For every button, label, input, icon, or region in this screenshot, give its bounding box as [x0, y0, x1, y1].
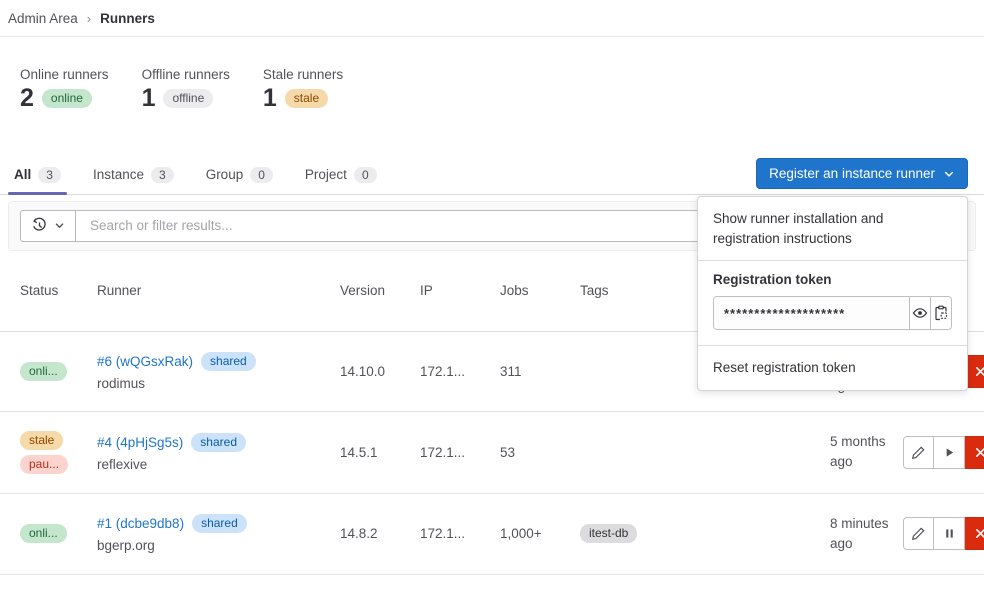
registration-token-field[interactable] — [714, 297, 909, 329]
status-badge: onli... — [20, 362, 67, 381]
register-runner-dropdown: Show runner installation and registratio… — [697, 196, 968, 391]
last-contact: 5 months ago — [830, 432, 903, 471]
col-header-jobs: Jobs — [500, 283, 580, 298]
reveal-token-button[interactable] — [909, 297, 930, 329]
pencil-icon — [911, 445, 926, 460]
last-contact: 8 minutes ago — [830, 514, 903, 553]
runner-link[interactable]: #1 (dcbe9db8) — [97, 516, 184, 531]
shared-badge: shared — [191, 433, 246, 452]
tab-count-badge: 3 — [38, 167, 61, 183]
stat-label: Stale runners — [263, 67, 343, 82]
edit-runner-button[interactable] — [903, 517, 934, 550]
tab-label: Group — [206, 167, 244, 182]
breadcrumb-admin-area[interactable]: Admin Area — [8, 11, 78, 26]
tab-count-badge: 3 — [151, 167, 174, 183]
status-badge: stale — [285, 89, 328, 108]
play-icon — [943, 446, 956, 459]
runner-jobs: 53 — [500, 445, 580, 460]
runner-name: reflexive — [97, 457, 340, 472]
stat-label: Offline runners — [142, 67, 230, 82]
runner-actions — [903, 436, 984, 469]
col-header-ip: IP — [420, 283, 500, 298]
stat-count: 1 — [263, 85, 277, 113]
table-row: stale pau... #4 (4pHjSg5s) shared reflex… — [0, 412, 984, 494]
registration-token-label: Registration token — [713, 272, 952, 287]
runner-version: 14.8.2 — [340, 526, 420, 541]
tab-label: Project — [305, 167, 347, 182]
breadcrumb-separator-icon: › — [87, 11, 91, 26]
shared-badge: shared — [192, 514, 247, 533]
runner-name: bgerp.org — [97, 538, 340, 553]
col-header-runner: Runner — [97, 283, 340, 298]
table-row: onli... #1 (dcbe9db8) shared bgerp.org 1… — [0, 494, 984, 575]
tab-instance[interactable]: Instance 3 — [87, 155, 180, 194]
tab-count-badge: 0 — [354, 167, 377, 183]
show-install-instructions-item[interactable]: Show runner installation and registratio… — [698, 197, 967, 260]
chevron-down-icon — [943, 168, 955, 180]
runner-actions — [903, 517, 984, 550]
eye-icon — [912, 305, 928, 321]
col-header-version: Version — [340, 283, 420, 298]
copy-token-button[interactable] — [930, 297, 951, 329]
runner-name: rodimus — [97, 376, 340, 391]
breadcrumb-runners: Runners — [100, 11, 155, 26]
runner-ip: 172.1... — [420, 526, 500, 541]
tab-all[interactable]: All 3 — [8, 155, 67, 194]
register-button-label: Register an instance runner — [769, 166, 935, 181]
runner-jobs: 311 — [500, 364, 580, 379]
registration-token-section: Registration token — [698, 261, 967, 345]
runner-link[interactable]: #6 (wQGsxRak) — [97, 354, 193, 369]
close-icon — [974, 365, 984, 378]
stat-online-runners: Online runners 2 online — [20, 67, 109, 113]
runner-tag-badge: itest-db — [580, 524, 637, 543]
tab-count-badge: 0 — [250, 167, 273, 183]
tab-group[interactable]: Group 0 — [200, 155, 279, 194]
shared-badge: shared — [201, 352, 256, 371]
admin-runners-page: Admin Area › Runners Online runners 2 on… — [0, 0, 984, 590]
register-instance-runner-button[interactable]: Register an instance runner — [756, 158, 968, 189]
close-icon — [974, 446, 984, 459]
stat-offline-runners: Offline runners 1 offline — [142, 67, 230, 113]
stat-count: 1 — [142, 85, 156, 113]
clipboard-icon — [933, 305, 949, 321]
runner-version: 14.10.0 — [340, 364, 420, 379]
resume-runner-button[interactable] — [934, 436, 965, 469]
history-icon — [31, 217, 48, 234]
tab-project[interactable]: Project 0 — [299, 155, 383, 194]
edit-runner-button[interactable] — [903, 436, 934, 469]
tab-label: Instance — [93, 167, 144, 182]
delete-runner-button[interactable] — [965, 436, 984, 469]
stat-stale-runners: Stale runners 1 stale — [263, 67, 343, 113]
status-badge: pau... — [20, 455, 68, 474]
reset-registration-token-item[interactable]: Reset registration token — [698, 346, 967, 390]
search-history-dropdown[interactable] — [21, 211, 76, 241]
runner-version: 14.5.1 — [340, 445, 420, 460]
runner-link[interactable]: #4 (4pHjSg5s) — [97, 435, 183, 450]
delete-runner-button[interactable] — [965, 517, 984, 550]
pause-icon — [943, 527, 956, 540]
breadcrumb: Admin Area › Runners — [0, 0, 984, 37]
pencil-icon — [911, 526, 926, 541]
status-badge: onli... — [20, 524, 67, 543]
runner-stats: Online runners 2 online Offline runners … — [20, 67, 984, 113]
chevron-down-icon — [54, 220, 65, 231]
col-header-status: Status — [20, 283, 97, 298]
pause-runner-button[interactable] — [934, 517, 965, 550]
stat-count: 2 — [20, 85, 34, 113]
runner-jobs: 1,000+ — [500, 526, 580, 541]
tab-label: All — [14, 167, 31, 182]
status-badge: offline — [163, 89, 213, 108]
status-badge: online — [42, 89, 92, 108]
runner-ip: 172.1... — [420, 364, 500, 379]
close-icon — [974, 527, 984, 540]
status-badge: stale — [20, 431, 63, 450]
runner-ip: 172.1... — [420, 445, 500, 460]
stat-label: Online runners — [20, 67, 109, 82]
